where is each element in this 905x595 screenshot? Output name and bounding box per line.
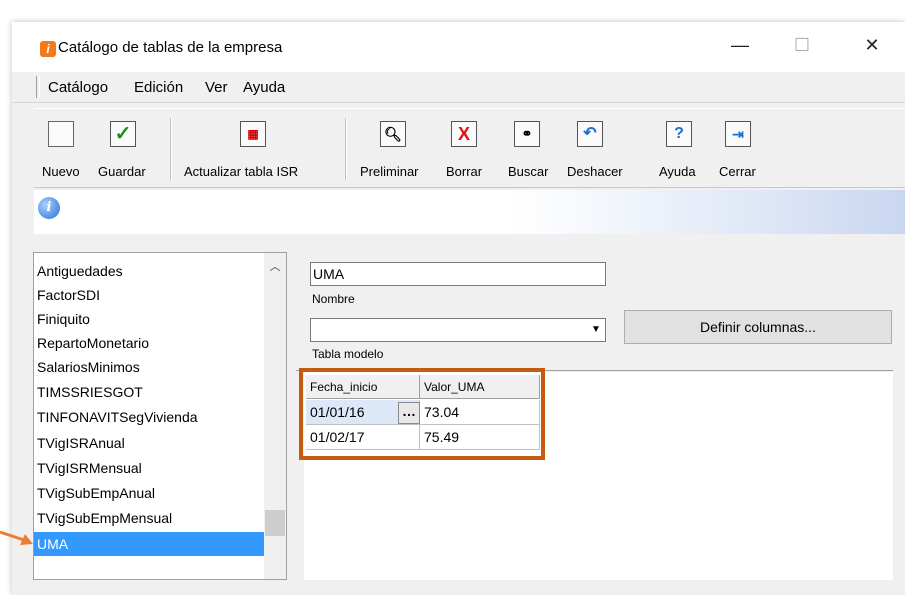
minimize-button[interactable]: — — [720, 30, 760, 60]
list-item[interactable]: TVigISRMensual — [37, 456, 142, 480]
scroll-up-arrow-icon[interactable]: ︿ — [264, 258, 286, 274]
annotation-arrow-icon — [0, 530, 33, 545]
list-item[interactable]: TVigSubEmpAnual — [37, 481, 155, 505]
menu-grip — [36, 76, 40, 98]
scroll-thumb[interactable] — [265, 510, 285, 536]
borrar-button[interactable]: Borrar — [446, 164, 482, 179]
checkmark-icon[interactable]: ✓ — [110, 121, 136, 147]
dropdown-arrow-icon[interactable]: ▼ — [586, 318, 606, 342]
highlight-annotation-box — [299, 368, 545, 460]
nuevo-button[interactable]: Nuevo — [42, 164, 80, 179]
window-title: Catálogo de tablas de la empresa — [58, 39, 283, 56]
delete-icon[interactable]: X — [451, 121, 477, 147]
new-page-icon[interactable] — [48, 121, 74, 147]
list-item[interactable]: TVigISRAnual — [37, 431, 125, 455]
toolbar-separator — [170, 118, 172, 180]
undo-icon[interactable]: ↶ — [577, 121, 603, 147]
actualizar-tabla-isr-button[interactable]: Actualizar tabla ISR — [184, 164, 298, 179]
list-item-selected[interactable]: UMA — [34, 532, 267, 556]
tabla-modelo-select[interactable] — [310, 318, 606, 342]
list-item[interactable]: TINFONAVITSegVivienda — [37, 405, 198, 429]
nombre-input[interactable]: UMA — [310, 262, 606, 286]
ayuda-button[interactable]: Ayuda — [659, 164, 696, 179]
guardar-button[interactable]: Guardar — [98, 164, 146, 179]
panel-splitter[interactable] — [288, 238, 296, 580]
update-isr-icon[interactable]: ▦ — [240, 121, 266, 147]
nombre-label: Nombre — [312, 292, 355, 306]
list-item[interactable]: SalariosMinimos — [37, 355, 140, 379]
help-icon[interactable]: ? — [666, 121, 692, 147]
list-item[interactable]: Antiguedades — [37, 259, 123, 283]
tabla-modelo-label: Tabla modelo — [312, 347, 384, 361]
deshacer-button[interactable]: Deshacer — [567, 164, 623, 179]
toolbar-separator — [345, 118, 347, 180]
tables-list[interactable]: Antiguedades FactorSDI Finiquito Reparto… — [33, 252, 287, 580]
print-preview-icon[interactable]: 🔍︎ — [380, 121, 406, 147]
preliminar-button[interactable]: Preliminar — [360, 164, 419, 179]
exit-icon[interactable]: ⇥ — [725, 121, 751, 147]
list-item[interactable]: Finiquito — [37, 307, 90, 331]
binoculars-icon[interactable]: ⚭ — [514, 121, 540, 147]
info-bar — [34, 190, 905, 234]
info-icon: i — [38, 197, 60, 219]
definir-columnas-button[interactable]: Definir columnas... — [624, 310, 892, 344]
menu-ayuda[interactable]: Ayuda — [243, 79, 285, 96]
menu-edicion[interactable]: Edición — [134, 79, 183, 96]
buscar-button[interactable]: Buscar — [508, 164, 548, 179]
list-item[interactable]: RepartoMonetario — [37, 331, 149, 355]
list-item[interactable]: FactorSDI — [37, 283, 100, 307]
cerrar-button[interactable]: Cerrar — [719, 164, 756, 179]
menu-catalogo[interactable]: Catálogo — [48, 79, 108, 96]
list-item[interactable]: TIMSSRIESGOT — [37, 380, 143, 404]
maximize-button[interactable]: ☐ — [782, 30, 822, 60]
close-window-button[interactable]: ✕ — [852, 30, 892, 60]
list-item[interactable]: TVigSubEmpMensual — [37, 506, 172, 530]
app-logo-icon: i — [40, 41, 56, 57]
menu-ver[interactable]: Ver — [205, 79, 228, 96]
